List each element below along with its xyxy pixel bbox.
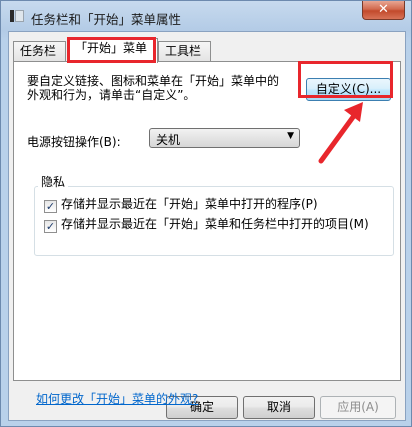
- chevron-down-icon: ▼: [287, 131, 294, 141]
- tab-toolbars[interactable]: 工具栏: [158, 41, 211, 62]
- description-line-1: 要自定义链接、图标和菜单在「开始」菜单中的: [27, 74, 280, 88]
- description-line-2: 外观和行为，请单击“自定义”。: [27, 88, 196, 102]
- help-link[interactable]: 如何更改「开始」菜单的外观?: [36, 390, 198, 407]
- cancel-button[interactable]: 取消: [243, 396, 315, 419]
- power-button-value: 关机: [156, 133, 181, 147]
- start-menu-panel: 要自定义链接、图标和菜单在「开始」菜单中的 外观和行为，请单击“自定义”。 自定…: [13, 61, 401, 406]
- apply-button[interactable]: 应用(A): [320, 396, 396, 419]
- power-button-select[interactable]: 关机 ▼: [149, 128, 300, 148]
- taskbar-properties-icon: [10, 10, 24, 22]
- customize-description: 要自定义链接、图标和菜单在「开始」菜单中的 外观和行为，请单击“自定义”。: [27, 74, 297, 102]
- close-button[interactable]: ✕: [362, 1, 405, 20]
- customize-button[interactable]: 自定义(C)...: [306, 78, 391, 101]
- close-icon: ✕: [378, 2, 389, 17]
- tab-taskbar[interactable]: 任务栏: [13, 41, 66, 62]
- dialog-body: 任务栏 「开始」菜单 工具栏 要自定义链接、图标和菜单在「开始」菜单中的 外观和…: [8, 31, 406, 421]
- privacy-group-label: 隐私: [38, 173, 69, 190]
- tab-start-menu[interactable]: 「开始」菜单: [68, 38, 158, 63]
- recent-items-checkbox[interactable]: ✓: [44, 220, 57, 233]
- recent-items-option[interactable]: ✓ 存储并显示最近在「开始」菜单和任务栏中打开的项目(M): [44, 215, 369, 233]
- power-button-label: 电源按钮操作(B):: [27, 135, 121, 149]
- window-title: 任务栏和「开始」菜单属性: [31, 12, 182, 27]
- recent-programs-label: 存储并显示最近在「开始」菜单中打开的程序(P): [61, 197, 318, 211]
- recent-programs-option[interactable]: ✓ 存储并显示最近在「开始」菜单中打开的程序(P): [44, 195, 318, 213]
- recent-programs-checkbox[interactable]: ✓: [44, 200, 57, 213]
- title-bar[interactable]: 任务栏和「开始」菜单属性 ✕: [1, 1, 411, 31]
- recent-items-label: 存储并显示最近在「开始」菜单和任务栏中打开的项目(M): [61, 217, 369, 231]
- properties-window: 任务栏和「开始」菜单属性 ✕ 任务栏 「开始」菜单 工具栏 要自定义链接、图标和…: [0, 0, 412, 427]
